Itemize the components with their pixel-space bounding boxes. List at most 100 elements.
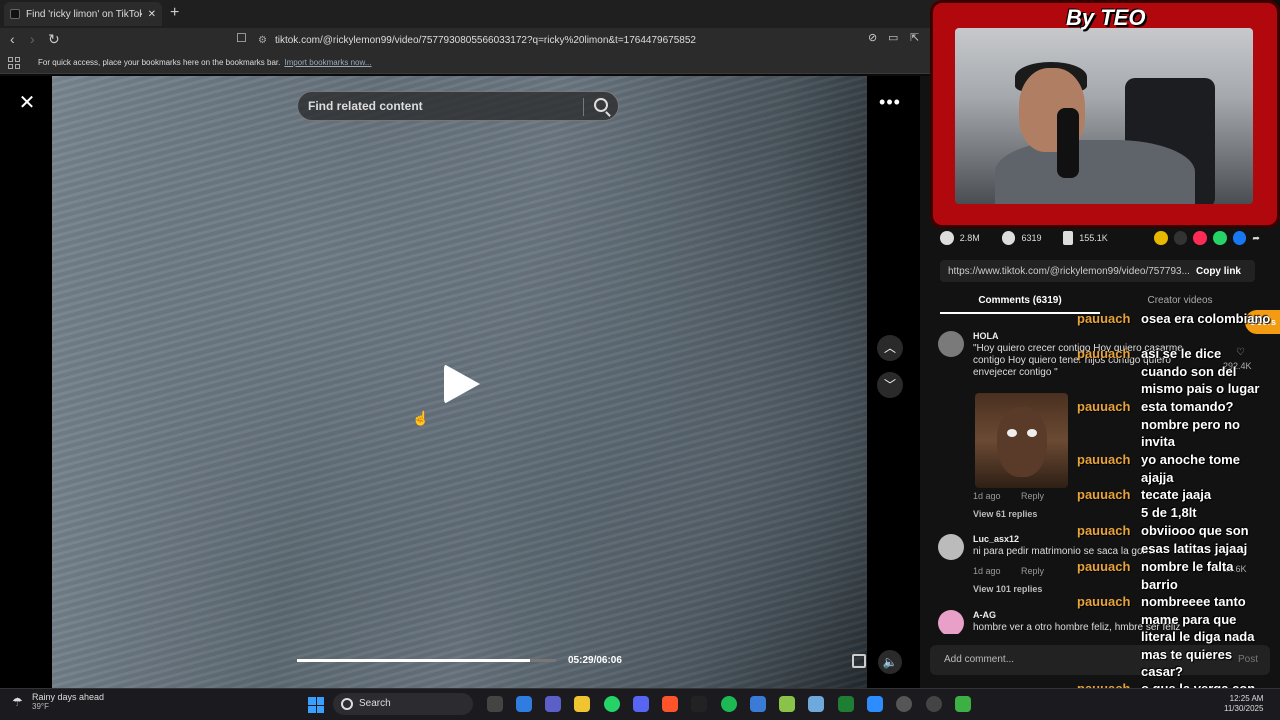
chat-username: pauuach: [1077, 559, 1131, 574]
start-button[interactable]: [308, 697, 324, 713]
share-arrow-icon[interactable]: ➦: [1252, 233, 1260, 244]
bookmarks-message: For quick access, place your bookmarks h…: [38, 58, 281, 67]
whatsapp-app-icon[interactable]: [604, 696, 620, 712]
new-tab-button[interactable]: +: [170, 4, 179, 22]
comments-count: 6319: [1021, 233, 1042, 243]
chat-username: pauuach: [1077, 399, 1131, 414]
chat-text: yo anoche tome ajajja: [1141, 452, 1240, 485]
progress-fill: [297, 659, 531, 662]
spotify-icon[interactable]: [721, 696, 737, 712]
copilot-icon[interactable]: [516, 696, 532, 712]
tab-comments[interactable]: Comments (6319): [940, 292, 1100, 314]
copy-link-button[interactable]: Copy link: [1196, 266, 1255, 277]
reload-icon[interactable]: ↻: [48, 31, 60, 48]
previous-video-button[interactable]: ︿: [877, 335, 903, 361]
comment-username[interactable]: Luc_asx12: [973, 534, 1019, 544]
chatgpt-icon[interactable]: [896, 696, 912, 712]
hand-cursor-icon: ☝: [412, 410, 430, 426]
chat-text: asi se le dice cuando son del mismo pais…: [1141, 346, 1260, 396]
notepad-icon[interactable]: [808, 696, 824, 712]
comment-age: 1d ago: [973, 566, 1001, 576]
chat-text: nombreeee tanto mame para que literal le…: [1141, 594, 1255, 679]
comment-username[interactable]: HOLA: [973, 331, 999, 341]
comment-gif-image: [975, 393, 1068, 488]
view-replies-button[interactable]: View 101 replies: [973, 584, 1042, 594]
reply-button[interactable]: Reply: [1021, 491, 1044, 501]
streamer-logo: By TEO: [1066, 5, 1146, 30]
view-replies-button[interactable]: View 61 replies: [973, 509, 1037, 519]
close-video-button[interactable]: ✕: [16, 92, 38, 114]
tiktok-favicon-icon: [10, 9, 20, 19]
comment-username[interactable]: A-AG: [973, 610, 996, 620]
comment-meta: 1d ago Reply: [973, 566, 1044, 576]
url-field[interactable]: ⚙ tiktok.com/@rickylemon99/video/7577930…: [258, 31, 868, 49]
volume-icon[interactable]: 🔈: [878, 650, 902, 674]
video-time: 05:29/06:06: [568, 655, 622, 666]
cast-icon[interactable]: ▭: [888, 31, 898, 44]
avatar[interactable]: [938, 610, 964, 634]
reply-button[interactable]: Reply: [1021, 566, 1044, 576]
taskbar-search[interactable]: Search: [333, 693, 473, 715]
weather-widget[interactable]: Rainy days ahead 39°F ☂: [10, 692, 130, 711]
bookmark-save-icon[interactable]: [1063, 231, 1074, 245]
video-stats: 2.8M 6319 155.1K ➦: [940, 229, 1260, 247]
app-icon[interactable]: [750, 696, 766, 712]
send-icon[interactable]: [1193, 231, 1207, 245]
chat-text: 5 de 1,8lt: [1141, 505, 1197, 520]
brave-browser-icon[interactable]: [662, 696, 678, 712]
chat-username: pauuach: [1077, 487, 1131, 502]
back-icon[interactable]: ‹: [10, 31, 15, 47]
share-link-url: https://www.tiktok.com/@rickylemon99/vid…: [948, 265, 1190, 277]
related-search-input[interactable]: Find related content: [297, 91, 619, 121]
apps-grid-icon[interactable]: [8, 57, 20, 69]
site-info-icon[interactable]: ⚙: [258, 35, 267, 46]
system-clock[interactable]: 12:25 AM 11/30/2025: [1224, 694, 1263, 714]
bookmarks-bar: For quick access, place your bookmarks h…: [0, 52, 940, 74]
picture-in-picture-icon[interactable]: [852, 654, 866, 668]
share-page-icon[interactable]: ⇱: [910, 31, 919, 44]
zoom-icon[interactable]: [867, 696, 883, 712]
discord-icon[interactable]: [633, 696, 649, 712]
tab-title: Find 'ricky limon' on TikTok | Tik: [26, 8, 142, 20]
url-text: tiktok.com/@rickylemon99/video/757793080…: [274, 34, 696, 46]
search-divider: [583, 98, 584, 116]
whatsapp-icon[interactable]: [1212, 231, 1227, 245]
avatar[interactable]: [938, 331, 964, 357]
tab-close-icon[interactable]: ✕: [148, 9, 156, 20]
task-view-icon[interactable]: [487, 696, 503, 712]
heart-icon[interactable]: [940, 231, 954, 245]
comment-meta: 1d ago Reply: [973, 491, 1044, 501]
forward-icon[interactable]: ›: [30, 31, 35, 47]
chat-username: pauuach: [1077, 594, 1131, 609]
comment-age: 1d ago: [973, 491, 1001, 501]
more-options-button[interactable]: •••: [878, 92, 902, 114]
import-bookmarks-link[interactable]: Import bookmarks now...: [284, 58, 371, 67]
play-icon[interactable]: [444, 364, 480, 404]
avatar[interactable]: [938, 534, 964, 560]
search-icon[interactable]: [594, 98, 608, 112]
chat-username: pauuach: [1077, 452, 1131, 467]
rain-icon: ☂: [12, 695, 23, 709]
comment-icon[interactable]: [1001, 231, 1016, 245]
bookmark-icon[interactable]: ☐: [236, 31, 247, 45]
next-video-button[interactable]: ﹀: [877, 372, 903, 398]
chat-text: tecate jaaja: [1141, 487, 1212, 502]
facebook-icon[interactable]: [1232, 231, 1247, 245]
coin-icon[interactable]: [1153, 231, 1168, 245]
teams-icon[interactable]: [545, 696, 561, 712]
embed-icon[interactable]: [1173, 231, 1188, 245]
chat-text: nombre le falta barrio: [1141, 559, 1234, 592]
browser-tab[interactable]: Find 'ricky limon' on TikTok | Tik ✕: [4, 2, 162, 26]
app-icon[interactable]: [955, 696, 971, 712]
file-explorer-icon[interactable]: [574, 696, 590, 712]
share-link-box: https://www.tiktok.com/@rickylemon99/vid…: [940, 260, 1255, 282]
chat-text: esta tomando? nombre pero no invita: [1141, 399, 1240, 449]
likes-count: 2.8M: [959, 233, 980, 243]
saves-count: 155.1K: [1079, 233, 1108, 243]
chat-username: pauuach: [1077, 346, 1131, 361]
excel-icon[interactable]: [838, 696, 854, 712]
extension-icon[interactable]: ⊘: [868, 31, 877, 44]
app-icon[interactable]: [779, 696, 795, 712]
tradingview-icon[interactable]: [691, 696, 707, 712]
obs-icon[interactable]: [926, 696, 942, 712]
